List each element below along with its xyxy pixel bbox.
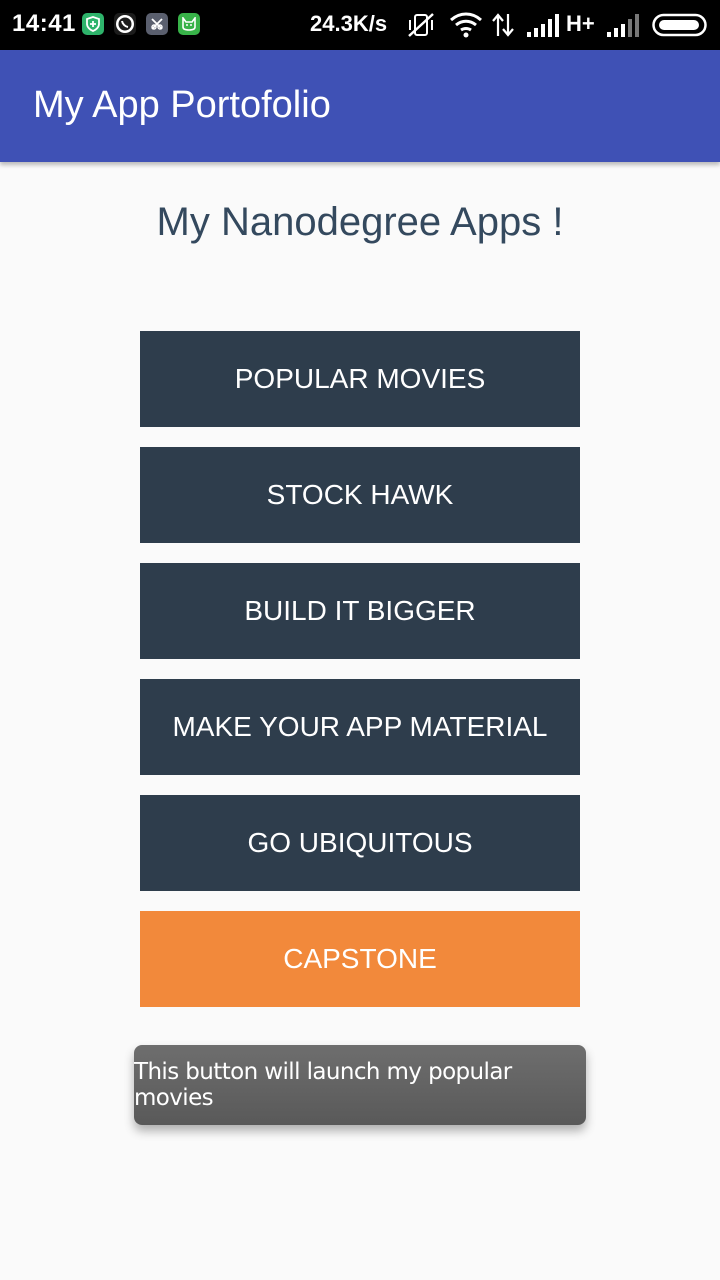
toast-message: This button will launch my popular movie… xyxy=(134,1045,586,1125)
status-time: 14:41 xyxy=(12,10,76,37)
page-heading: My Nanodegree Apps ! xyxy=(156,200,564,244)
network-speed: 24.3K/s xyxy=(310,11,388,36)
signal-weak-icon xyxy=(607,14,639,37)
battery-icon xyxy=(652,13,707,37)
go-ubiquitous-button[interactable]: GO UBIQUITOUS xyxy=(140,795,580,891)
capstone-button[interactable]: CAPSTONE xyxy=(140,911,580,1007)
network-type-label: H+ xyxy=(566,11,595,36)
whatsapp-icon xyxy=(114,13,136,35)
android-cat-icon xyxy=(178,13,200,35)
stock-hawk-button[interactable]: STOCK HAWK xyxy=(140,447,580,543)
app-title: My App Portofolio xyxy=(33,84,331,126)
mute-vibrate-icon xyxy=(408,13,434,37)
data-transfer-icon xyxy=(492,13,514,37)
clipboard-app-icon xyxy=(146,13,168,35)
make-your-app-material-button[interactable]: MAKE YOUR APP MATERIAL xyxy=(140,679,580,775)
popular-movies-button[interactable]: POPULAR MOVIES xyxy=(140,331,580,427)
build-it-bigger-button[interactable]: BUILD IT BIGGER xyxy=(140,563,580,659)
security-shield-icon xyxy=(82,13,104,35)
app-bar: My App Portofolio xyxy=(0,50,720,162)
status-bar: 14:41 24.3K/s H+ xyxy=(0,0,720,50)
signal-icon xyxy=(527,14,559,37)
wifi-icon xyxy=(450,12,482,38)
